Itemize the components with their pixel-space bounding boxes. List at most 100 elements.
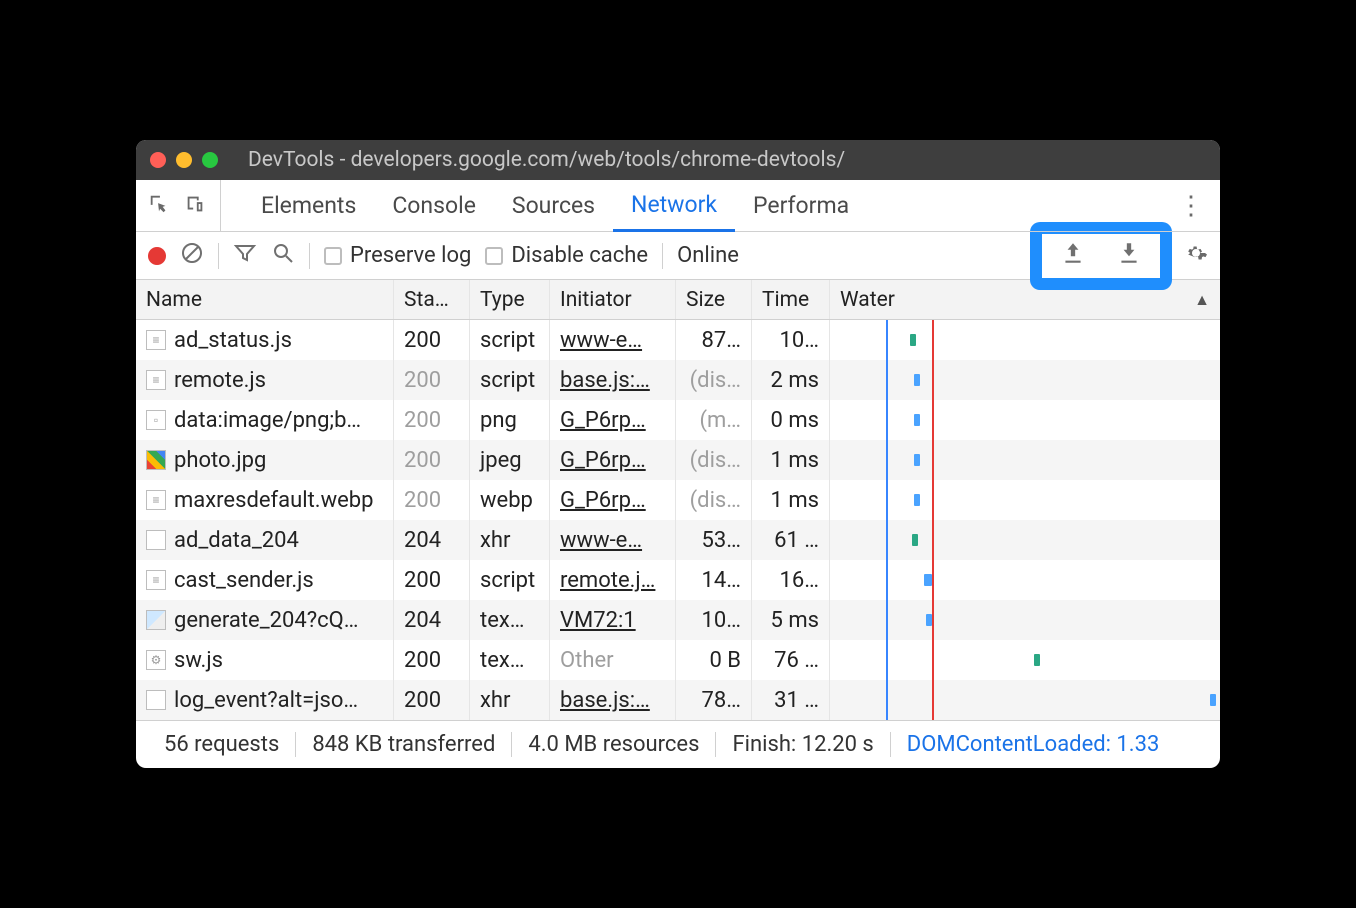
request-initiator[interactable]: G_P6rp…: [550, 440, 676, 480]
request-time: 61 …: [752, 520, 830, 560]
request-type: script: [470, 560, 550, 600]
document-icon: ≡: [146, 330, 166, 350]
network-table-body: ≡ad_status.js200scriptwww-e…87…10…≡remot…: [136, 320, 1220, 720]
request-time: 0 ms: [752, 400, 830, 440]
request-status: 204: [394, 520, 470, 560]
column-status[interactable]: Sta…: [394, 280, 470, 319]
disable-cache-checkbox[interactable]: Disable cache: [485, 243, 648, 268]
request-size: 10…: [676, 600, 752, 640]
request-waterfall: [830, 600, 1220, 640]
request-name: remote.js: [174, 368, 266, 393]
request-initiator[interactable]: base.js:…: [550, 680, 676, 720]
request-name: ad_status.js: [174, 328, 292, 353]
record-button[interactable]: [148, 247, 166, 265]
sort-indicator-icon: ▲: [1194, 290, 1210, 310]
request-status: 204: [394, 600, 470, 640]
throttling-selector[interactable]: Online: [677, 243, 739, 268]
table-row[interactable]: ≡ad_status.js200scriptwww-e…87…10…: [136, 320, 1220, 360]
search-icon[interactable]: [271, 241, 295, 271]
table-row[interactable]: ≡cast_sender.js200scriptremote.j…14…16…: [136, 560, 1220, 600]
tab-performa[interactable]: Performa: [735, 180, 867, 232]
table-row[interactable]: generate_204?cQ…204tex…VM72:110…5 ms: [136, 600, 1220, 640]
request-type: png: [470, 400, 550, 440]
footer-finish: Finish: 12.20 s: [716, 732, 890, 757]
inspect-element-icon[interactable]: [148, 193, 170, 219]
request-waterfall: [830, 560, 1220, 600]
column-time[interactable]: Time: [752, 280, 830, 319]
request-type: jpeg: [470, 440, 550, 480]
tab-sources[interactable]: Sources: [494, 180, 613, 232]
column-initiator[interactable]: Initiator: [550, 280, 676, 319]
table-row[interactable]: photo.jpg200jpegG_P6rp…(dis…1 ms: [136, 440, 1220, 480]
request-status: 200: [394, 480, 470, 520]
more-menu-icon[interactable]: ⋮: [1178, 193, 1204, 219]
request-initiator[interactable]: www-e…: [550, 320, 676, 360]
table-row[interactable]: log_event?alt=jso…200xhrbase.js:…78…31 …: [136, 680, 1220, 720]
request-initiator[interactable]: VM72:1: [550, 600, 676, 640]
tab-elements[interactable]: Elements: [243, 180, 374, 232]
import-har-icon[interactable]: [1116, 240, 1142, 272]
document-icon: ≡: [146, 570, 166, 590]
request-status: 200: [394, 560, 470, 600]
network-toolbar: Preserve log Disable cache Online: [136, 232, 1220, 280]
document-icon: ≡: [146, 370, 166, 390]
filter-icon[interactable]: [233, 241, 257, 271]
request-type: webp: [470, 480, 550, 520]
request-waterfall: [830, 520, 1220, 560]
zoom-window-button[interactable]: [202, 152, 218, 168]
footer-transferred: 848 KB transferred: [296, 732, 512, 757]
tab-console[interactable]: Console: [374, 180, 494, 232]
request-status: 200: [394, 400, 470, 440]
request-initiator[interactable]: G_P6rp…: [550, 400, 676, 440]
request-size: (dis…: [676, 480, 752, 520]
table-row[interactable]: ⚙︎sw.js200tex…Other0 B76 …: [136, 640, 1220, 680]
column-size[interactable]: Size: [676, 280, 752, 319]
titlebar: DevTools - developers.google.com/web/too…: [136, 140, 1220, 180]
request-initiator[interactable]: G_P6rp…: [550, 480, 676, 520]
minimize-window-button[interactable]: [176, 152, 192, 168]
request-waterfall: [830, 640, 1220, 680]
tab-network[interactable]: Network: [613, 180, 735, 232]
request-size: 14…: [676, 560, 752, 600]
photo-icon: [146, 450, 166, 470]
table-row[interactable]: ▫data:image/png;b…200pngG_P6rp…(m…0 ms: [136, 400, 1220, 440]
request-waterfall: [830, 440, 1220, 480]
traffic-lights: [150, 152, 218, 168]
table-row[interactable]: ad_data_204204xhrwww-e…53…61 …: [136, 520, 1220, 560]
request-waterfall: [830, 480, 1220, 520]
request-type: tex…: [470, 600, 550, 640]
request-size: 53…: [676, 520, 752, 560]
table-row[interactable]: ≡ maxresdefault.webp 200webpG_P6rp…(dis…1 …: [136, 480, 1220, 520]
request-time: 1 ms: [752, 480, 830, 520]
request-size: (dis…: [676, 360, 752, 400]
request-waterfall: [830, 680, 1220, 720]
request-initiator[interactable]: base.js:…: [550, 360, 676, 400]
request-type: script: [470, 320, 550, 360]
request-initiator[interactable]: www-e…: [550, 520, 676, 560]
column-type[interactable]: Type: [470, 280, 550, 319]
table-row[interactable]: ≡remote.js200scriptbase.js:…(dis…2 ms: [136, 360, 1220, 400]
preserve-log-label: Preserve log: [350, 243, 471, 268]
column-name[interactable]: Name: [136, 280, 394, 319]
preserve-log-checkbox[interactable]: Preserve log: [324, 243, 471, 268]
panel-tabs: ElementsConsoleSourcesNetworkPerforma ⋮: [136, 180, 1220, 232]
request-name: photo.jpg: [174, 448, 266, 473]
column-waterfall[interactable]: Water ▲: [830, 280, 1220, 319]
request-name: sw.js: [174, 648, 223, 673]
request-initiator[interactable]: remote.j…: [550, 560, 676, 600]
request-initiator[interactable]: Other: [550, 640, 676, 680]
request-waterfall: [830, 400, 1220, 440]
device-toolbar-icon[interactable]: [184, 193, 206, 219]
close-window-button[interactable]: [150, 152, 166, 168]
footer-domcontentloaded: DOMContentLoaded: 1.33: [891, 732, 1176, 757]
request-status: 200: [394, 680, 470, 720]
settings-icon[interactable]: [1184, 241, 1208, 271]
export-har-icon[interactable]: [1060, 240, 1086, 272]
document-icon: ≡: [146, 490, 166, 510]
request-name: maxresdefault.webp: [174, 488, 374, 513]
placeholder-image-icon: [146, 610, 166, 630]
clear-icon[interactable]: [180, 241, 204, 271]
request-waterfall: [830, 320, 1220, 360]
request-name: generate_204?cQ…: [174, 608, 358, 633]
window-title: DevTools - developers.google.com/web/too…: [248, 148, 845, 172]
